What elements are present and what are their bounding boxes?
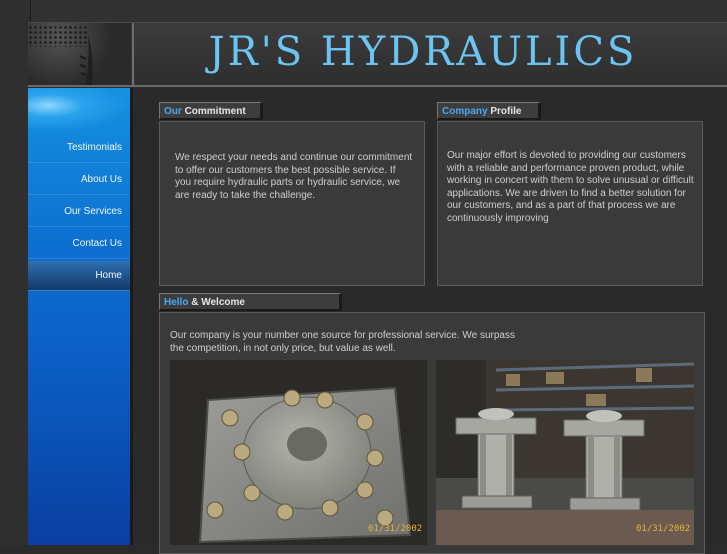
site-title: JR'S HYDRAULICS — [208, 29, 638, 75]
commitment-text: We respect your needs and continue our c… — [175, 152, 413, 201]
nav-about-us[interactable]: About Us — [28, 165, 130, 195]
sidebar-nav: Testimonials About Us Our Services Conta… — [28, 88, 133, 545]
header-separator — [131, 23, 135, 85]
hydraulic-part-photo-2: 01/31/2002 — [436, 360, 694, 545]
commitment-panel — [159, 121, 425, 286]
welcome-heading: Hello & Welcome — [159, 293, 342, 311]
profile-heading-rest: Profile — [490, 106, 522, 117]
hydraulic-part-photo-1: 01/31/2002 — [170, 360, 427, 545]
welcome-heading-highlight: Hello — [164, 297, 189, 308]
header-decoration — [28, 23, 131, 85]
flange-illustration — [170, 360, 427, 545]
profile-heading: Company Profile — [437, 102, 541, 120]
left-edge-strip — [0, 0, 31, 545]
commitment-heading-rest: Commitment — [184, 106, 246, 117]
nav-home[interactable]: Home — [28, 261, 130, 291]
commitment-heading-highlight: Our — [164, 106, 182, 117]
top-strip — [0, 0, 727, 22]
commitment-heading: Our Commitment — [159, 102, 263, 120]
main-content: Our Commitment We respect your needs and… — [133, 88, 727, 554]
welcome-text: Our company is your number one source fo… — [170, 330, 515, 354]
photo-1-date-stamp: 01/31/2002 — [368, 524, 423, 534]
nav-our-services[interactable]: Our Services — [28, 197, 130, 227]
nav-contact-us[interactable]: Contact Us — [28, 229, 130, 259]
site-header: JR'S HYDRAULICS — [28, 22, 727, 87]
water-drip-icon — [79, 35, 93, 85]
welcome-heading-rest: & Welcome — [191, 297, 245, 308]
profile-text: Our major effort is devoted to providing… — [447, 150, 694, 224]
nav-testimonials[interactable]: Testimonials — [28, 133, 130, 163]
photo-2-date-stamp: 01/31/2002 — [636, 524, 691, 534]
profile-heading-highlight: Company — [442, 106, 488, 117]
water-splash-graphic — [28, 88, 130, 132]
cylinders-illustration — [436, 360, 694, 545]
